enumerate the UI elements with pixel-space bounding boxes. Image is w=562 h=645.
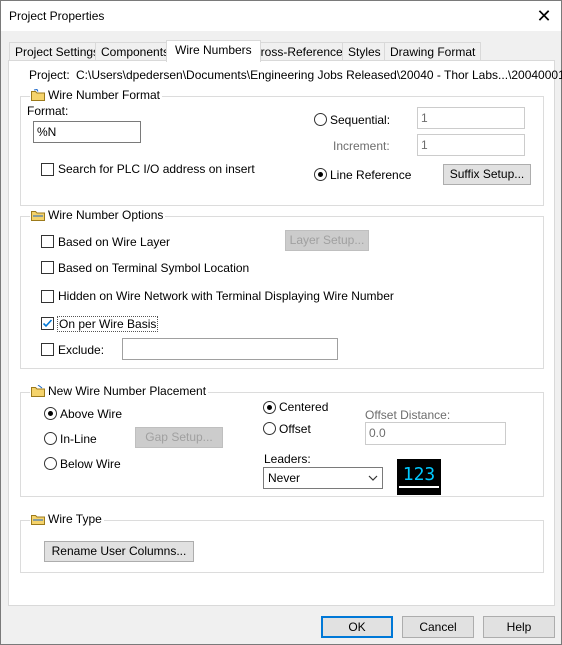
based-on-wire-layer-label: Based on Wire Layer — [58, 235, 171, 249]
line-reference-label: Line Reference — [330, 168, 412, 182]
project-properties-dialog: Project Properties ✕ Project Settings Co… — [0, 0, 562, 645]
on-per-wire-label: On per Wire Basis — [57, 316, 159, 332]
wire-type-legend: Wire Type — [30, 512, 104, 526]
tab-project-settings[interactable]: Project Settings — [9, 42, 106, 61]
tab-styles[interactable]: Styles — [342, 42, 387, 61]
exclude-checkbox[interactable] — [41, 343, 54, 356]
checkmark-icon — [42, 319, 53, 328]
placement-title: New Wire Number Placement — [48, 384, 207, 398]
plc-search-checkbox[interactable] — [41, 163, 54, 176]
offset-distance-input[interactable]: 0.0 — [365, 422, 506, 445]
close-icon[interactable]: ✕ — [527, 1, 561, 31]
based-on-wire-layer-checkbox[interactable] — [41, 235, 54, 248]
exclude-label: Exclude: — [58, 343, 105, 357]
preview-wire-line — [399, 486, 439, 488]
ok-button[interactable]: OK — [321, 616, 393, 638]
increment-label: Increment: — [333, 139, 390, 153]
cancel-button[interactable]: Cancel — [402, 616, 474, 638]
sequential-label: Sequential: — [330, 113, 391, 127]
centered-radio[interactable] — [263, 401, 276, 414]
leaders-selected-value: Never — [268, 471, 301, 485]
wire-number-preview: 123 — [397, 459, 441, 495]
based-on-terminal-checkbox[interactable] — [41, 261, 54, 274]
suffix-setup-button[interactable]: Suffix Setup... — [443, 164, 531, 185]
folder-icon — [31, 513, 45, 525]
layer-setup-button[interactable]: Layer Setup... — [285, 230, 369, 251]
wire-number-format-title: Wire Number Format — [48, 88, 161, 102]
tab-drawing-format[interactable]: Drawing Format — [384, 42, 482, 61]
wire-numbers-panel: Project: C:\Users\dpedersen\Documents\En… — [8, 60, 562, 606]
preview-number: 123 — [402, 464, 436, 485]
below-wire-label: Below Wire — [60, 457, 121, 471]
exclude-input[interactable] — [122, 338, 338, 360]
offset-label: Offset — [279, 422, 311, 436]
chevron-down-icon — [368, 472, 378, 486]
rename-user-columns-button[interactable]: Rename User Columns... — [44, 541, 194, 562]
above-wire-radio[interactable] — [44, 407, 57, 420]
plc-search-label: Search for PLC I/O address on insert — [58, 162, 255, 176]
below-wire-radio[interactable] — [44, 457, 57, 470]
placement-group: New Wire Number Placement Above Wire In-… — [20, 384, 544, 497]
line-reference-radio[interactable] — [314, 168, 327, 181]
increment-input[interactable]: 1 — [417, 134, 525, 156]
on-per-wire-checkbox[interactable] — [41, 317, 54, 330]
sequential-radio[interactable] — [314, 113, 327, 126]
format-input[interactable]: %N — [33, 121, 141, 143]
based-on-terminal-label: Based on Terminal Symbol Location — [58, 261, 250, 275]
help-button[interactable]: Help — [483, 616, 555, 638]
folder-icon — [31, 88, 45, 101]
wire-number-options-title: Wire Number Options — [48, 208, 164, 222]
tab-wire-numbers[interactable]: Wire Numbers — [166, 40, 261, 62]
wire-number-options-group: Wire Number Options Based on Wire Layer … — [20, 208, 544, 369]
hidden-on-network-label: Hidden on Wire Network with Terminal Dis… — [58, 289, 394, 303]
hidden-on-network-checkbox[interactable] — [41, 290, 54, 303]
format-label: Format: — [27, 104, 69, 118]
tab-cross-references[interactable]: Cross-References — [246, 42, 355, 61]
wire-number-options-legend: Wire Number Options — [30, 208, 166, 222]
in-line-label: In-Line — [60, 432, 97, 446]
wire-type-title: Wire Type — [48, 512, 102, 526]
offset-radio[interactable] — [263, 422, 276, 435]
wire-type-group: Wire Type Rename User Columns... — [20, 512, 544, 573]
wire-number-format-group: Wire Number Format Format: %N Search for… — [20, 88, 544, 206]
title-bar: Project Properties ✕ — [1, 1, 561, 31]
offset-distance-label: Offset Distance: — [365, 408, 451, 422]
tab-components[interactable]: Components — [95, 42, 176, 61]
gap-setup-button[interactable]: Gap Setup... — [135, 427, 223, 448]
wire-number-format-legend: Wire Number Format — [30, 88, 163, 102]
project-label: Project: — [29, 68, 70, 82]
project-path: C:\Users\dpedersen\Documents\Engineering… — [76, 68, 562, 82]
leaders-select[interactable]: Never — [263, 467, 383, 489]
sequential-input[interactable]: 1 — [417, 107, 525, 129]
leaders-label: Leaders: — [264, 452, 311, 466]
centered-label: Centered — [279, 400, 329, 414]
folder-icon — [31, 384, 45, 397]
folder-icon — [31, 209, 45, 221]
in-line-radio[interactable] — [44, 432, 57, 445]
placement-legend: New Wire Number Placement — [30, 384, 209, 398]
window-title: Project Properties — [9, 9, 105, 23]
above-wire-label: Above Wire — [60, 407, 123, 421]
